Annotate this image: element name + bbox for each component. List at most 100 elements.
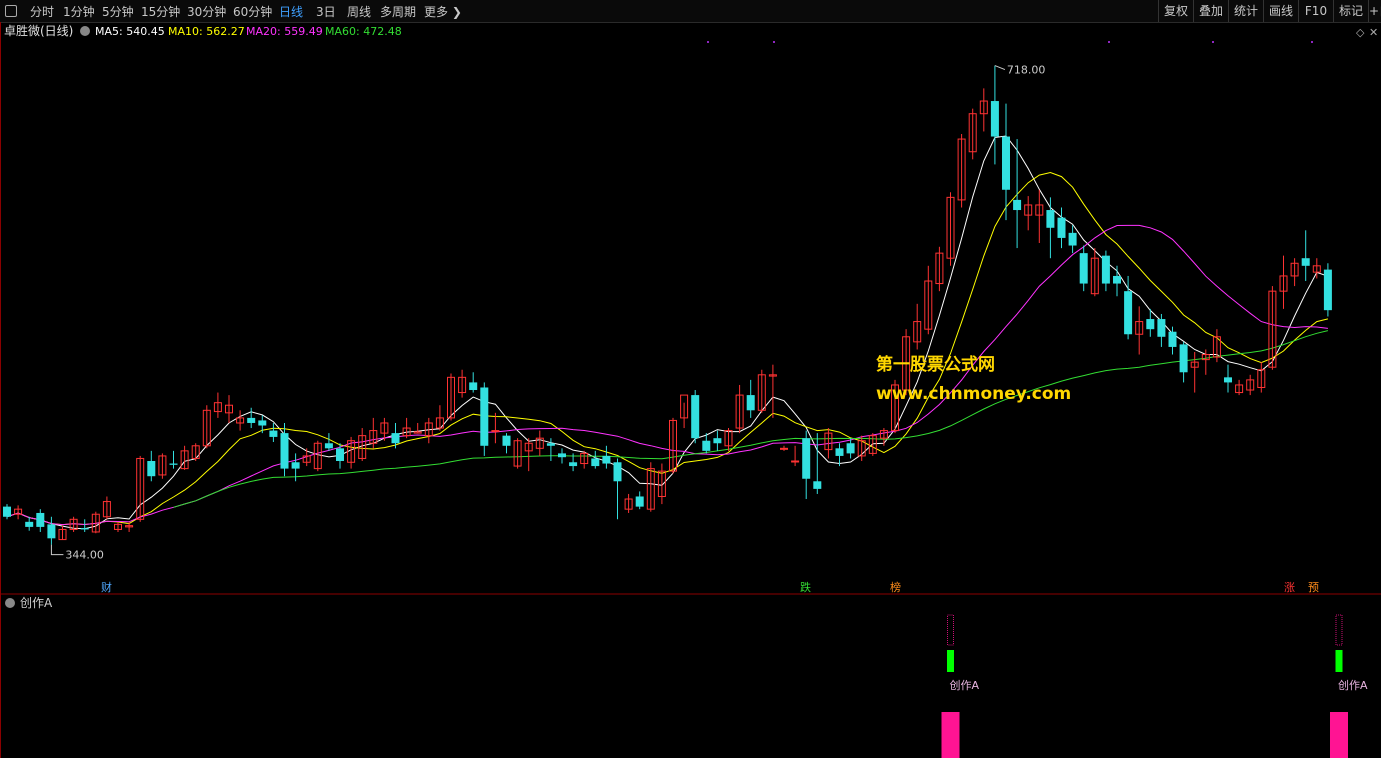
candle-body <box>1079 253 1088 284</box>
period-5min[interactable]: 5分钟 <box>102 3 134 20</box>
candle-body <box>336 448 344 461</box>
period-60min[interactable]: 60分钟 <box>233 3 272 20</box>
signal-label: 创作A <box>950 679 980 692</box>
marker-dot <box>1108 41 1110 43</box>
candle-body <box>990 101 999 137</box>
signal-green-bar <box>947 650 954 672</box>
signal-label: 创作A <box>1338 679 1368 692</box>
marker-dot <box>707 41 709 43</box>
candle-body <box>80 528 89 530</box>
signal-dotted-column <box>1335 614 1343 646</box>
high-marker: 718.00 <box>994 64 1046 77</box>
signal-pink-bar <box>941 712 960 758</box>
candle-body <box>746 395 755 411</box>
candle-body <box>802 438 811 479</box>
candle-body <box>36 512 45 527</box>
candle-body <box>691 395 700 439</box>
period-1min[interactable]: 1分钟 <box>63 3 95 20</box>
high-price-label: 718.00 <box>1007 64 1046 77</box>
candle-body <box>1179 344 1188 373</box>
watermark-title: 第一股票公式网 <box>876 355 995 375</box>
candle-body <box>546 443 555 446</box>
tag-bang[interactable]: 榜 <box>890 580 901 594</box>
candle-body <box>635 496 644 507</box>
candle-body <box>1057 217 1066 238</box>
candle-body <box>713 438 722 444</box>
toolbar-toggle-icon[interactable] <box>5 5 17 17</box>
indicator-dropdown-icon[interactable] <box>5 598 15 608</box>
candle-body <box>469 382 478 391</box>
settings-dropdown-icon[interactable] <box>80 26 90 36</box>
watermark-url: www.chnmoney.com <box>876 384 1072 404</box>
period-15min[interactable]: 15分钟 <box>141 3 180 20</box>
period-30min[interactable]: 30分钟 <box>187 3 226 20</box>
mark-button[interactable]: 标记 <box>1333 0 1368 22</box>
candle-body <box>558 453 566 458</box>
candle-body <box>835 448 844 456</box>
f10-button[interactable]: F10 <box>1298 0 1333 22</box>
candle-body <box>1146 319 1155 330</box>
tag-zhang[interactable]: 涨 <box>1284 581 1295 594</box>
candle-body <box>324 443 333 449</box>
candle-body <box>813 481 822 489</box>
candle-body <box>1013 199 1022 211</box>
ma20-label: MA20: 559.49 <box>246 25 323 38</box>
candle-body <box>280 433 289 469</box>
period-daily[interactable]: 日线 <box>279 3 303 20</box>
candle-body <box>491 430 500 433</box>
candle-body <box>1046 210 1055 228</box>
ma60-label: MA60: 472.48 <box>325 25 402 38</box>
signal-green-bar <box>1335 650 1343 672</box>
kline-chart[interactable]: 卓胜微(日线) MA5: 540.45 MA10: 562.27 MA20: 5… <box>0 22 1381 758</box>
period-weekly[interactable]: 周线 <box>347 3 371 20</box>
candle-body <box>1323 269 1332 311</box>
candle-body <box>780 447 788 450</box>
candle-body <box>47 524 56 539</box>
candle-body <box>1301 258 1310 266</box>
stats-button[interactable]: 统计 <box>1228 0 1263 22</box>
ma5-label: MA5: 540.45 <box>95 25 165 38</box>
stock-name: 卓胜微(日线) <box>4 23 73 38</box>
candle-body <box>1002 136 1010 190</box>
candle-body <box>791 460 800 463</box>
tag-yu[interactable]: 预 <box>1308 581 1319 594</box>
ma10-label: MA10: 562.27 <box>168 25 245 38</box>
candle-body <box>1168 331 1177 347</box>
diamond-icon[interactable]: ◇ <box>1356 26 1365 39</box>
candle-body <box>602 455 611 464</box>
candle-body <box>613 462 622 482</box>
candle-body <box>1068 232 1077 246</box>
candle-body <box>1113 275 1121 284</box>
low-price-label: 344.00 <box>65 549 104 562</box>
draw-button[interactable]: 画线 <box>1263 0 1298 22</box>
candle-body <box>569 462 578 467</box>
period-3day[interactable]: 3日 <box>316 3 336 20</box>
candle-body <box>1157 319 1166 337</box>
tag-cai[interactable]: 财 <box>101 580 112 594</box>
signal-bars <box>941 614 1348 758</box>
candle-body <box>1101 255 1110 284</box>
marker-dot <box>1212 41 1214 43</box>
candle-body <box>3 506 11 517</box>
ma60-line <box>173 330 1329 508</box>
candle-body <box>846 443 855 454</box>
candle-body <box>269 430 278 437</box>
candle-body <box>591 458 600 467</box>
overlay-button[interactable]: 叠加 <box>1193 0 1228 22</box>
fuquan-button[interactable]: 复权 <box>1158 0 1193 22</box>
candles <box>3 41 1332 545</box>
add-self-button[interactable]: +自 <box>1368 0 1381 22</box>
period-multi[interactable]: 多周期 <box>380 3 416 20</box>
period-more[interactable]: 更多 ❯ <box>424 3 462 20</box>
tag-die[interactable]: 跌 <box>800 580 811 594</box>
period-toolbar: 分时 1分钟 5分钟 15分钟 30分钟 60分钟 日线 3日 周线 多周期 更… <box>0 0 1381 23</box>
candle-body <box>258 420 267 426</box>
signal-pink-bar <box>1330 712 1348 758</box>
candle-body <box>480 387 489 446</box>
candle-body <box>291 462 300 469</box>
close-icon[interactable]: ✕ <box>1369 26 1378 39</box>
chevron-right-icon: ❯ <box>448 5 462 19</box>
candle-body <box>1224 377 1232 383</box>
candle-body <box>391 433 400 444</box>
period-fenshi[interactable]: 分时 <box>30 3 54 20</box>
